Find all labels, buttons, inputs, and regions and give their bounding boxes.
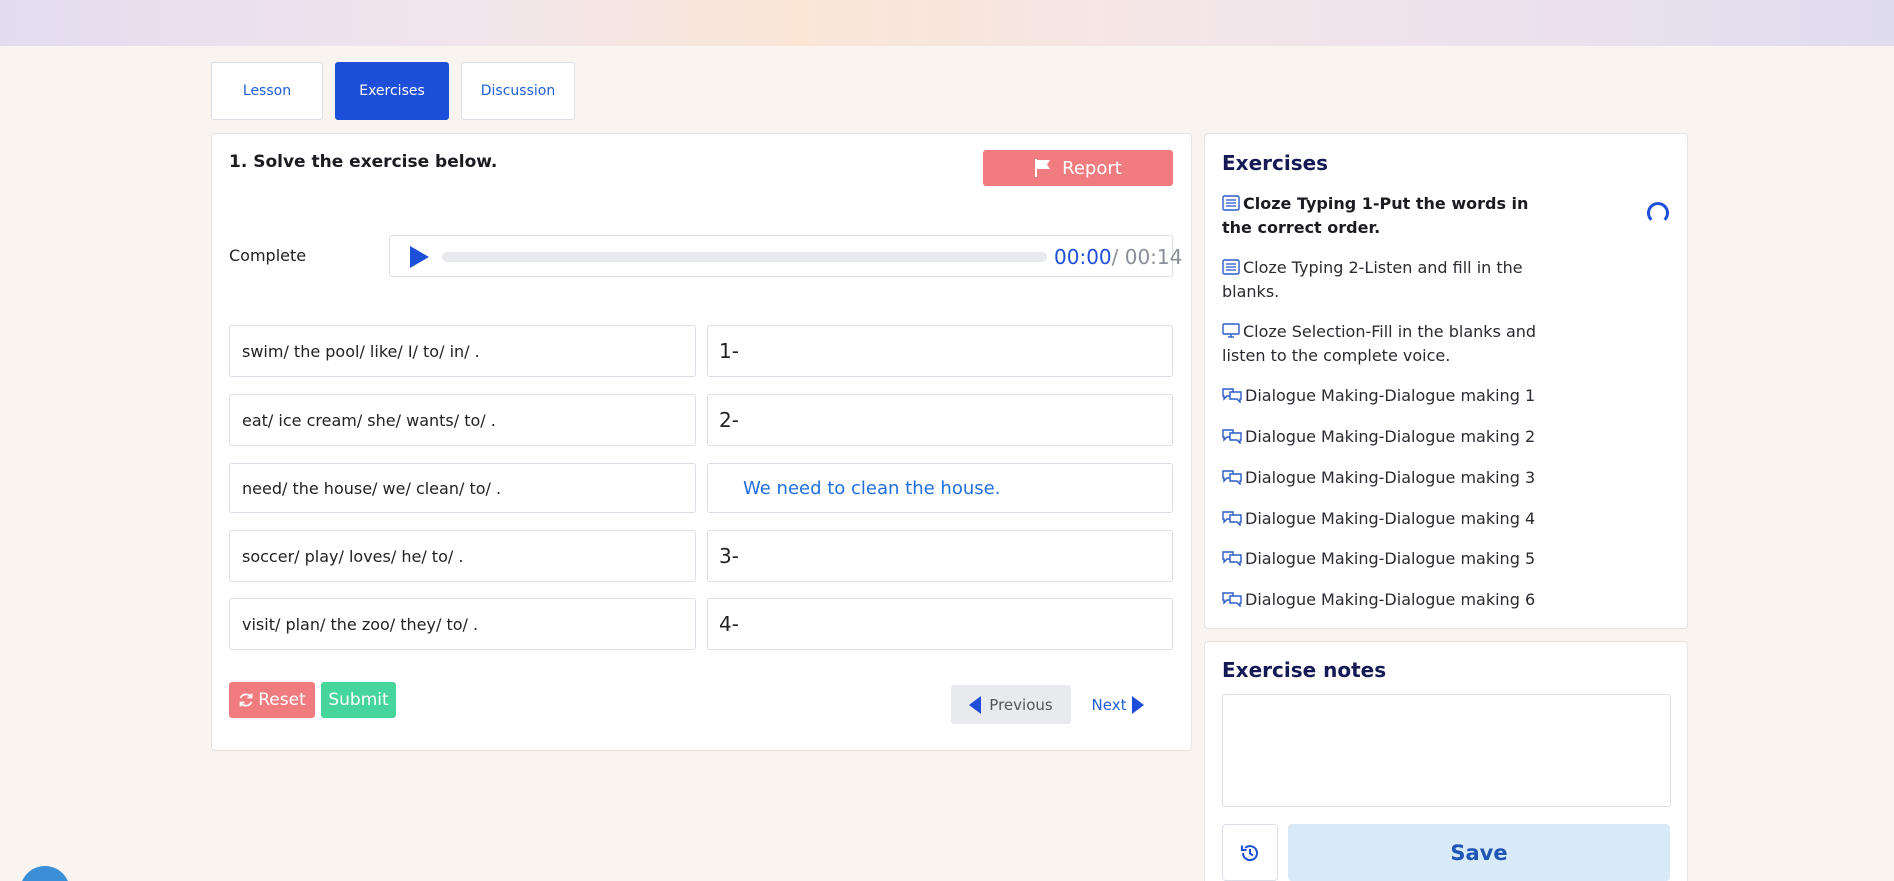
answer-field-1[interactable]: 1- bbox=[707, 325, 1173, 377]
sidebar-title: Exercises bbox=[1222, 151, 1329, 175]
exercise-item-8[interactable]: Dialogue Making-Dialogue making 5 bbox=[1222, 547, 1542, 571]
submit-button[interactable]: Submit bbox=[321, 682, 396, 718]
report-label: Report bbox=[1062, 157, 1122, 179]
audio-time: 00:00/ 00:14 bbox=[1054, 245, 1182, 269]
answer-field-4[interactable]: 3- bbox=[707, 530, 1173, 582]
exercise-item-label: Cloze Typing 1-Put the words in the corr… bbox=[1222, 194, 1529, 237]
answer-field-2[interactable]: 2- bbox=[707, 394, 1173, 446]
dialogue-icon bbox=[1222, 511, 1242, 526]
tab-discussion[interactable]: Discussion bbox=[461, 62, 575, 120]
exercise-item-label: Cloze Selection-Fill in the blanks and l… bbox=[1222, 322, 1537, 365]
prompt-row-3: need/ the house/ we/ clean/ to/ . bbox=[229, 463, 696, 513]
exercise-item-3[interactable]: Cloze Selection-Fill in the blanks and l… bbox=[1222, 320, 1542, 368]
exercise-item-5[interactable]: Dialogue Making-Dialogue making 2 bbox=[1222, 425, 1542, 449]
chat-bubble-icon[interactable] bbox=[20, 866, 70, 881]
exercise-item-label: Cloze Typing 2-Listen and fill in the bl… bbox=[1222, 258, 1523, 301]
prompt-row-4: soccer/ play/ loves/ he/ to/ . bbox=[229, 530, 696, 582]
report-button[interactable]: Report bbox=[983, 150, 1173, 186]
exercise-item-label: Dialogue Making-Dialogue making 2 bbox=[1245, 427, 1536, 446]
play-icon[interactable] bbox=[410, 246, 429, 268]
exercise-item-1[interactable]: Cloze Typing 1-Put the words in the corr… bbox=[1222, 192, 1542, 240]
next-label: Next bbox=[1091, 695, 1127, 714]
prompt-row-5: visit/ plan/ the zoo/ they/ to/ . bbox=[229, 598, 696, 650]
complete-label: Complete bbox=[229, 246, 307, 265]
exercise-item-label: Dialogue Making-Dialogue making 3 bbox=[1245, 468, 1536, 487]
exercise-item-4[interactable]: Dialogue Making-Dialogue making 1 bbox=[1222, 384, 1542, 408]
next-button[interactable]: Next bbox=[1084, 685, 1152, 724]
exercise-item-label: Dialogue Making-Dialogue making 6 bbox=[1245, 590, 1536, 609]
tab-exercises[interactable]: Exercises bbox=[335, 62, 449, 120]
tab-bar: Lesson Exercises Discussion bbox=[211, 62, 575, 120]
exercises-sidebar: Exercises Cloze Typing 1-Put the words i… bbox=[1204, 133, 1688, 629]
prompt-row-2: eat/ ice cream/ she/ wants/ to/ . bbox=[229, 394, 696, 446]
previous-label: Previous bbox=[989, 695, 1053, 714]
dialogue-icon bbox=[1222, 551, 1242, 566]
audio-total-time: / 00:14 bbox=[1111, 245, 1183, 269]
top-banner bbox=[0, 0, 1894, 46]
exercise-item-7[interactable]: Dialogue Making-Dialogue making 4 bbox=[1222, 507, 1542, 531]
caret-left-icon bbox=[969, 695, 982, 714]
notes-textarea[interactable] bbox=[1222, 694, 1671, 807]
dialogue-icon bbox=[1222, 470, 1242, 485]
reset-label: Reset bbox=[258, 690, 306, 710]
refresh-icon bbox=[239, 693, 253, 707]
monitor-icon bbox=[1222, 323, 1240, 338]
exercise-item-label: Dialogue Making-Dialogue making 4 bbox=[1245, 509, 1536, 528]
flag-icon bbox=[1035, 159, 1051, 177]
answer-field-3[interactable]: We need to clean the house. bbox=[707, 463, 1173, 513]
exercise-item-2[interactable]: Cloze Typing 2-Listen and fill in the bl… bbox=[1222, 256, 1542, 304]
audio-current-time: 00:00 bbox=[1054, 245, 1112, 269]
save-button[interactable]: Save bbox=[1288, 824, 1670, 881]
history-button[interactable] bbox=[1222, 824, 1278, 881]
loading-spinner-icon bbox=[1647, 202, 1669, 224]
notes-title: Exercise notes bbox=[1222, 658, 1387, 682]
tab-lesson[interactable]: Lesson bbox=[211, 62, 323, 120]
list-icon bbox=[1222, 259, 1240, 275]
exercise-card: 1. Solve the exercise below. Report Comp… bbox=[211, 133, 1192, 751]
prompt-row-1: swim/ the pool/ like/ I/ to/ in/ . bbox=[229, 325, 696, 377]
exercise-item-label: Dialogue Making-Dialogue making 5 bbox=[1245, 549, 1536, 568]
exercise-item-6[interactable]: Dialogue Making-Dialogue making 3 bbox=[1222, 466, 1542, 490]
caret-right-icon bbox=[1132, 695, 1145, 714]
audio-progress-track[interactable] bbox=[442, 252, 1047, 262]
history-icon bbox=[1241, 844, 1258, 861]
dialogue-icon bbox=[1222, 429, 1242, 444]
answer-field-5[interactable]: 4- bbox=[707, 598, 1173, 650]
dialogue-icon bbox=[1222, 388, 1242, 403]
exercise-item-9[interactable]: Dialogue Making-Dialogue making 6 bbox=[1222, 588, 1542, 612]
reset-button[interactable]: Reset bbox=[229, 682, 315, 718]
audio-player: 00:00/ 00:14 bbox=[389, 235, 1182, 277]
list-icon bbox=[1222, 195, 1240, 211]
dialogue-icon bbox=[1222, 592, 1242, 607]
exercise-title: 1. Solve the exercise below. bbox=[229, 152, 498, 172]
exercise-item-label: Dialogue Making-Dialogue making 1 bbox=[1245, 386, 1536, 405]
previous-button[interactable]: Previous bbox=[951, 685, 1071, 724]
